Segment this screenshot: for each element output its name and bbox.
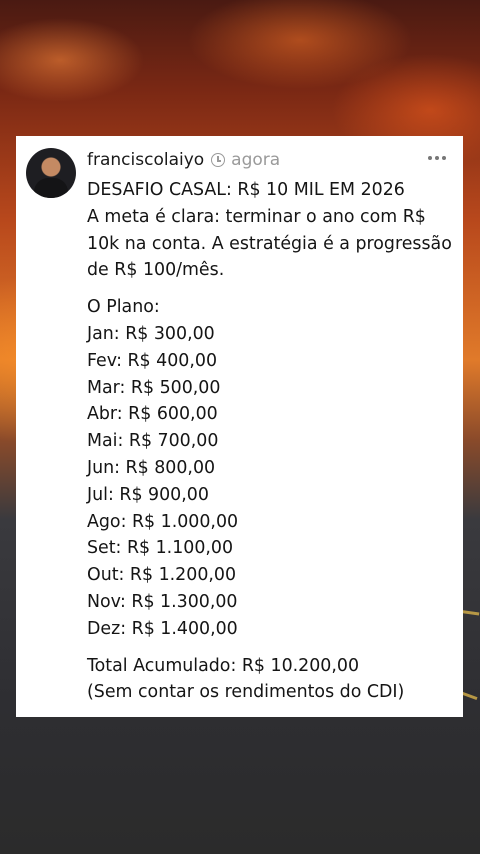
post-header: franciscolaiyo agora [87, 148, 280, 172]
username[interactable]: franciscolaiyo [87, 150, 204, 170]
post-title: DESAFIO CASAL: R$ 10 MIL EM 2026 [87, 180, 405, 200]
post-body: DESAFIO CASAL: R$ 10 MIL EM 2026 A meta … [87, 177, 457, 706]
plan-item: Jul: R$ 900,00 [87, 484, 209, 505]
plan-item: Mar: R$ 500,00 [87, 377, 221, 398]
plan-item: Mai: R$ 700,00 [87, 431, 219, 452]
plan-item: Set: R$ 1.100,00 [87, 538, 234, 559]
more-options-icon[interactable] [428, 156, 446, 160]
plan-item: Jan: R$ 300,00 [87, 323, 215, 344]
plan-item: Out: R$ 1.200,00 [87, 565, 237, 586]
intro-line: A meta é clara: terminar o ano com R$ [87, 206, 426, 227]
note-line: (Sem contar os rendimentos do CDI) [87, 682, 405, 703]
intro-line: 10k na conta. A estratégia é a progressã… [87, 233, 452, 254]
post-time: agora [231, 150, 281, 170]
avatar[interactable] [26, 148, 76, 198]
plan-item: Jun: R$ 800,00 [87, 457, 216, 478]
clock-icon [211, 153, 226, 167]
plan-item: Fev: R$ 400,00 [87, 350, 218, 371]
total-line: Total Acumulado: R$ 10.200,00 [87, 655, 360, 676]
plan-item: Abr: R$ 600,00 [87, 404, 218, 425]
post-card: franciscolaiyo agora DESAFIO CASAL: R$ 1… [16, 136, 463, 717]
intro-line: de R$ 100/mês. [87, 260, 225, 281]
plan-item: Ago: R$ 1.000,00 [87, 511, 239, 532]
plan-item: Dez: R$ 1.400,00 [87, 618, 238, 639]
plan-heading: O Plano: [87, 297, 160, 318]
plan-item: Nov: R$ 1.300,00 [87, 591, 238, 612]
